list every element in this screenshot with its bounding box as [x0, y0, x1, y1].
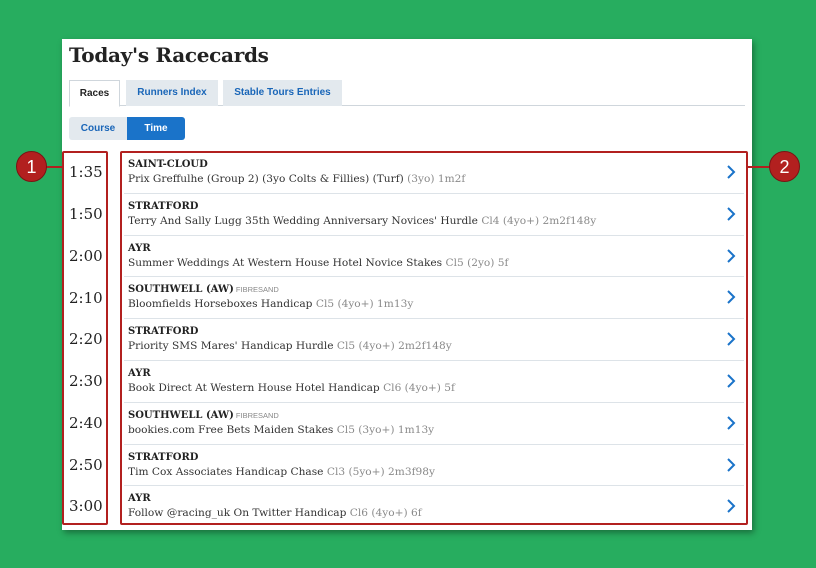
- sort-by-course-button[interactable]: Course: [69, 117, 127, 140]
- callout-marker-1: 1: [16, 151, 47, 182]
- tab-races[interactable]: Races: [69, 80, 120, 107]
- tab-stable-tours-entries[interactable]: Stable Tours Entries: [223, 80, 342, 106]
- callout-marker-2: 2: [769, 151, 800, 182]
- tab-runners-index[interactable]: Runners Index: [126, 80, 218, 106]
- tab-bar: Races Runners Index Stable Tours Entries: [69, 80, 745, 107]
- callout-line-2: [748, 166, 770, 168]
- time-column-highlight: [62, 151, 108, 525]
- sort-by-time-button[interactable]: Time: [127, 117, 185, 140]
- callout-line-1: [46, 166, 63, 168]
- race-list-highlight: [120, 151, 748, 525]
- page-title: Today's Racecards: [69, 43, 269, 67]
